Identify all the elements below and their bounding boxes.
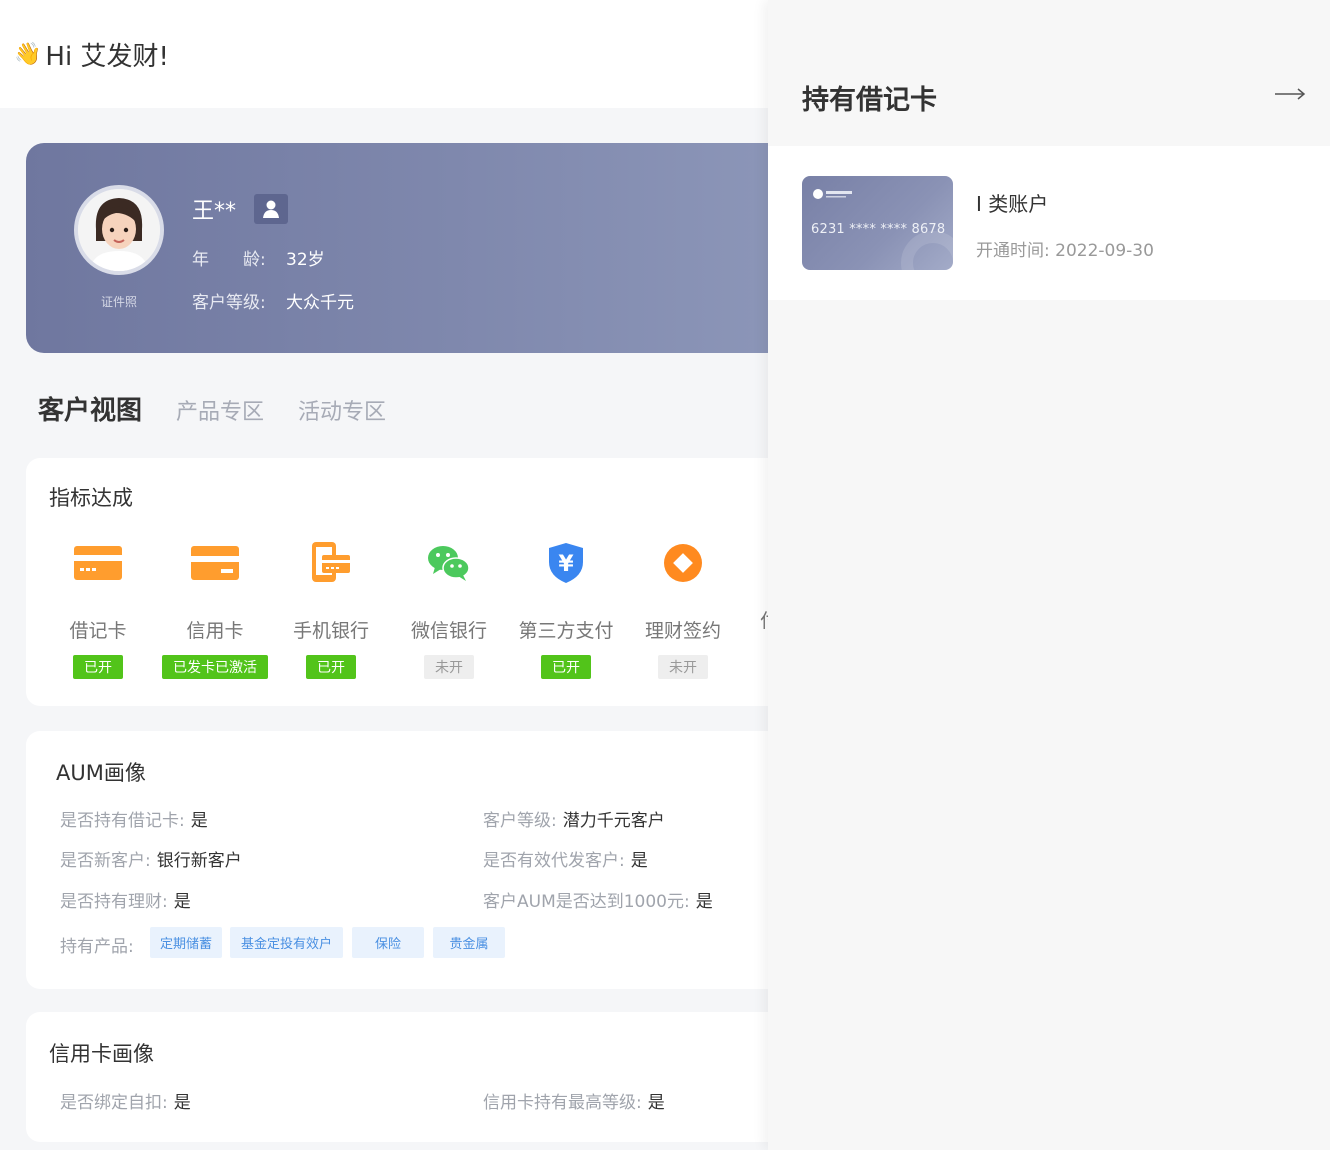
aum-row: 是否新客户: 银行新客户 <box>60 846 242 871</box>
metric-third-party-payment[interactable]: ¥ 第三方支付 已开 <box>511 540 621 679</box>
greeting: 👋 Hi 艾发财! <box>14 36 169 73</box>
row-value: 是 <box>173 1093 191 1113</box>
wechat-icon <box>427 543 471 587</box>
debit-card-item[interactable]: 6231 **** **** 8678 I 类账户 开通时间: 2022-09-… <box>768 146 1330 300</box>
metrics-title: 指标达成 <box>49 486 133 510</box>
row-label: 客户等级: <box>483 811 557 831</box>
status-badge: 未开 <box>658 655 708 679</box>
bank-card-image: 6231 **** **** 8678 <box>802 176 953 270</box>
customer-profile-banner: 证件照 王** 年 龄: 32岁 客户等级: 大众千元 <box>26 143 768 353</box>
metric-label: 信用卡 <box>186 620 244 642</box>
row-label: 是否持有理财: <box>60 892 168 912</box>
row-value: 是 <box>173 892 191 912</box>
row-label: 是否持有借记卡: <box>60 811 185 831</box>
level-value: 大众千元 <box>286 293 354 313</box>
open-date-value: 2022-09-30 <box>1055 241 1154 261</box>
debit-card-icon <box>74 546 122 584</box>
status-badge: 已开 <box>541 655 591 679</box>
product-tag[interactable]: 基金定投有效户 <box>230 927 343 958</box>
waving-hand-icon: 👋 <box>14 42 42 67</box>
wealth-icon <box>663 543 703 587</box>
metric-wechat-banking[interactable]: 微信银行 未开 <box>394 540 504 679</box>
metric-label: 第三方支付 <box>518 620 614 642</box>
row-value: 银行新客户 <box>156 851 242 871</box>
row-value: 是 <box>647 1093 665 1113</box>
card-number: 6231 **** **** 8678 <box>811 222 946 237</box>
metric-label: 手机银行 <box>292 620 369 642</box>
metric-overflow-label: 付 <box>760 606 768 633</box>
status-badge: 已开 <box>73 655 123 679</box>
row-value: 潜力千元客户 <box>562 811 665 831</box>
row-value: 是 <box>695 892 713 912</box>
customer-age: 年 龄: 32岁 <box>192 245 325 270</box>
metric-wealth-signing[interactable]: 理财签约 未开 <box>628 540 738 679</box>
metric-label: 理财签约 <box>644 620 721 642</box>
row-label: 是否新客户: <box>60 851 151 871</box>
status-badge: 未开 <box>424 655 474 679</box>
products-label: 持有产品: <box>60 937 134 957</box>
aum-row: 是否有效代发客户: 是 <box>483 846 648 871</box>
credit-card-icon <box>191 546 239 584</box>
credit-row: 是否绑定自扣: 是 <box>60 1088 191 1113</box>
product-tag[interactable]: 保险 <box>352 927 424 958</box>
id-photo-label[interactable]: 证件照 <box>88 293 150 310</box>
aum-row: 客户AUM是否达到1000元: 是 <box>483 887 713 912</box>
metric-label: 微信银行 <box>410 620 487 642</box>
level-label: 客户等级: <box>192 293 266 313</box>
person-icon[interactable] <box>254 194 289 224</box>
greeting-bar: 👋 Hi 艾发财! <box>0 0 768 108</box>
account-type: I 类账户 <box>976 192 1049 216</box>
metric-mobile-banking[interactable]: 手机银行 已开 <box>276 540 386 679</box>
age-value: 32岁 <box>286 250 325 270</box>
open-date-label: 开通时间: <box>976 241 1050 261</box>
customer-level: 客户等级: 大众千元 <box>192 288 354 313</box>
main-panel: 👋 Hi 艾发财! 证件照 王** 年 龄: 32岁 客户等级: 大众千元 客户… <box>0 0 768 1150</box>
credit-card-profile-card: 信用卡画像 <box>26 1012 768 1142</box>
aum-row: 是否持有理财: 是 <box>60 887 191 912</box>
product-tag[interactable]: 贵金属 <box>433 927 505 958</box>
tab-product-zone[interactable]: 产品专区 <box>176 394 264 426</box>
tab-customer-view[interactable]: 客户视图 <box>38 390 142 427</box>
svg-text:¥: ¥ <box>558 552 574 577</box>
credit-title: 信用卡画像 <box>49 1042 154 1066</box>
mobile-banking-icon <box>309 541 353 589</box>
tab-activity-zone[interactable]: 活动专区 <box>298 394 386 426</box>
greeting-text: Hi 艾发财! <box>45 42 169 72</box>
metric-label: 借记卡 <box>69 620 127 642</box>
credit-row: 信用卡持有最高等级: 是 <box>483 1088 665 1113</box>
arrow-right-icon[interactable] <box>1274 86 1306 102</box>
row-label: 是否绑定自扣: <box>60 1093 168 1113</box>
row-value: 是 <box>630 851 648 871</box>
aum-row: 是否持有借记卡: 是 <box>60 806 208 831</box>
avatar[interactable] <box>74 185 164 275</box>
aum-row: 客户等级: 潜力千元客户 <box>483 806 665 831</box>
view-tabs: 客户视图 产品专区 活动专区 <box>38 390 420 427</box>
status-badge: 已发卡已激活 <box>162 655 268 679</box>
aum-title: AUM画像 <box>56 761 146 785</box>
row-label: 客户AUM是否达到1000元: <box>483 892 690 912</box>
product-tag[interactable]: 定期储蓄 <box>150 927 222 958</box>
row-label: 是否有效代发客户: <box>483 851 625 871</box>
status-badge: 已开 <box>306 655 356 679</box>
bank-logo-icon <box>812 185 856 199</box>
row-value: 是 <box>190 811 208 831</box>
age-label: 年 龄: <box>192 250 266 270</box>
metric-debit-card[interactable]: 借记卡 已开 <box>43 540 153 679</box>
open-date: 开通时间: 2022-09-30 <box>976 236 1154 261</box>
debit-card-drawer: 持有借记卡 6231 **** **** 8678 I 类账户 开通时间: 20… <box>768 0 1330 1150</box>
drawer-title: 持有借记卡 <box>802 85 937 116</box>
row-label: 信用卡持有最高等级: <box>483 1093 642 1113</box>
customer-name: 王** <box>192 193 289 225</box>
metric-credit-card[interactable]: 信用卡 已发卡已激活 <box>160 540 270 679</box>
yuan-shield-icon: ¥ <box>547 542 585 588</box>
customer-name-text: 王** <box>192 199 237 224</box>
